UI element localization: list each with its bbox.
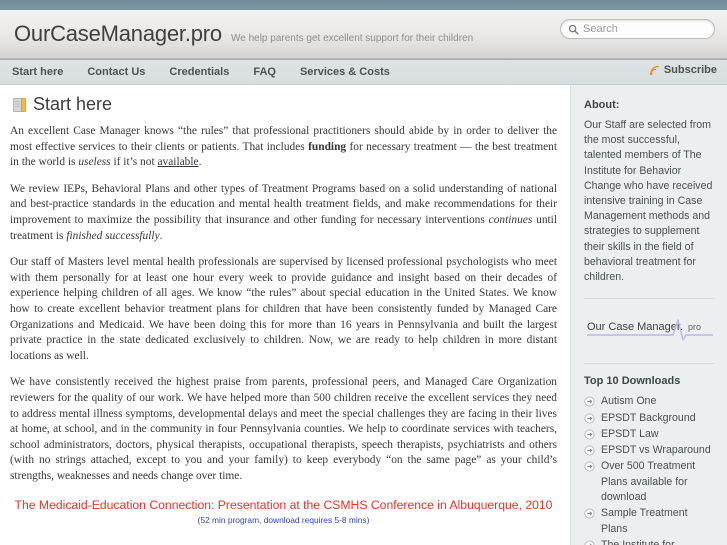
sidebar-section-downloads: Top 10 Downloads Autism One EPSDT Backgr… [584,375,715,545]
list-item[interactable]: Autism One [584,394,715,409]
our-case-manager-logo: Our Case Manager pro . [586,319,713,341]
list-item-label: EPSDT vs Wraparound [601,444,711,457]
arrow-circle-icon [584,461,595,472]
paragraph: We have consistently received the highes… [10,376,557,482]
sidebar-section-about: About: Our Staff are selected from the m… [584,99,715,285]
logo-text-left: Our Case Manager [587,321,681,333]
nav-item-credentials[interactable]: Credentials [157,66,241,78]
downloads-heading: Top 10 Downloads [584,375,681,388]
page-top-strip [0,0,727,10]
nav-item-start-here[interactable]: Start here [0,66,75,78]
site-tagline: We help parents get excellent support fo… [230,33,474,44]
list-item[interactable]: Over 500 Treatment Plans available for d… [584,459,715,505]
paragraph: We review IEPs, Behavioral Plans and oth… [10,182,558,242]
site-header: OurCaseManager.pro We help parents get e… [0,10,727,59]
page-title-text: Start here [33,94,113,114]
media-duration-note: (52 min program, download requires 5-8 m… [197,515,370,526]
main-content: Start here An excellent Case Manager kno… [0,85,570,545]
list-item[interactable]: The Institute for Behavior Change [584,538,715,545]
sidebar-divider [584,363,715,365]
subscribe-label: Subscribe [663,64,717,76]
media-presentation-link[interactable]: The Medicaid-Education Connection: Prese… [15,498,553,512]
downloads-list: Autism One EPSDT Background EPSDT Law EP… [584,394,715,545]
nav-item-faq[interactable]: FAQ [241,66,288,78]
about-text: Our Staff are selected from the most suc… [584,119,713,284]
site-title: OurCaseManager.pro [14,21,222,46]
page-title: Start here [13,94,557,115]
arrow-circle-icon [584,396,595,407]
logo-text-right: pro [688,322,701,332]
rss-icon [649,65,659,75]
list-item-label: EPSDT Background [601,411,696,424]
search-icon [568,24,579,34]
list-item-label: EPSDT Law [601,427,659,440]
sidebar-logo: Our Case Manager pro . [584,310,715,350]
sidebar-divider [584,298,715,300]
arrow-circle-icon [584,540,595,545]
article-body: An excellent Case Manager knows “the rul… [10,124,557,484]
page-layout: Start here An excellent Case Manager kno… [0,85,727,545]
paragraph: An excellent Case Manager knows “the rul… [10,125,557,169]
subscribe-link[interactable]: Subscribe [649,64,717,76]
arrow-circle-icon [584,508,595,519]
book-icon [13,97,26,112]
list-item[interactable]: EPSDT vs Wraparound [584,443,715,458]
list-item[interactable]: EPSDT Background [584,411,715,426]
search-input[interactable] [583,23,708,35]
sidebar: About: Our Staff are selected from the m… [570,85,727,545]
brand-area: OurCaseManager.pro We help parents get e… [0,21,473,47]
arrow-circle-icon [584,429,595,440]
list-item[interactable]: EPSDT Law [584,427,715,442]
search-box[interactable] [560,19,715,39]
arrow-circle-icon [584,445,595,456]
list-item[interactable]: Sample Treatment Plans [584,506,715,537]
main-navigation: Start here Contact Us Credentials FAQ Se… [0,59,727,85]
list-item-label: The Institute for Behavior Change [601,538,675,545]
list-item-label: Autism One [601,395,657,408]
list-item-label: Over 500 Treatment Plans available for d… [601,460,696,504]
page-root: OurCaseManager.pro We help parents get e… [0,0,727,545]
arrow-circle-icon [584,412,595,424]
paragraph: Our staff of Masters level mental health… [10,256,557,362]
nav-item-contact-us[interactable]: Contact Us [75,66,157,78]
nav-item-services-costs[interactable]: Services & Costs [288,66,402,78]
list-item-label: Sample Treatment Plans [601,507,688,535]
about-heading: About: [584,99,620,111]
media-link-block: The Medicaid-Education Connection: Prese… [10,498,557,526]
